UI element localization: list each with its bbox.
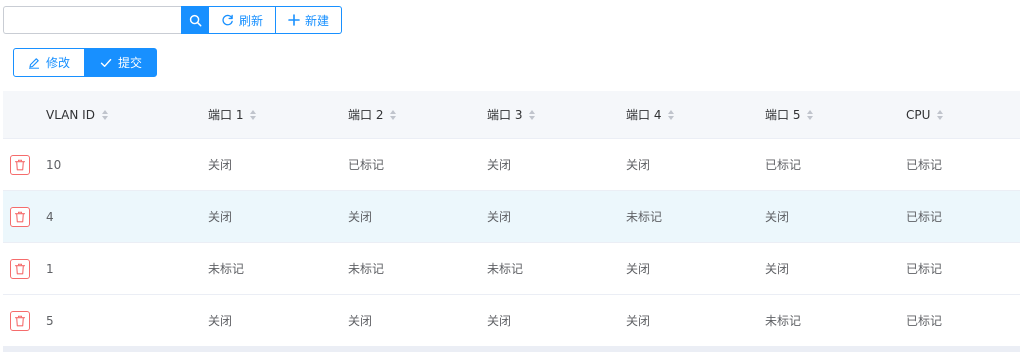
refresh-button[interactable]: 刷新 [209,6,277,34]
cell-port-4: 关闭 [626,262,651,276]
cell-port-1: 关闭 [208,158,233,172]
cell-port-2: 关闭 [348,314,373,328]
edit-label: 修改 [46,56,71,70]
column-label: VLAN ID [46,107,95,122]
cell-vlan-id: 5 [46,313,54,328]
cell-port-1: 关闭 [208,210,233,224]
cell-port-2: 已标记 [348,158,385,172]
cell-cpu: 已标记 [906,210,943,224]
cell-port-3: 关闭 [487,314,512,328]
action-bar: 修改 提交 [13,48,158,77]
table-row[interactable]: 10 关闭 已标记 关闭 关闭 已标记 已标记 [3,139,1020,191]
submit-label: 提交 [118,56,143,70]
sort-icon[interactable] [250,109,257,120]
refresh-icon [222,14,233,25]
trash-icon [14,315,26,327]
cell-cpu: 已标记 [906,262,943,276]
cell-port-5: 未标记 [765,314,802,328]
cell-port-3: 未标记 [487,262,524,276]
column-header-port-4[interactable]: 端口 4 [626,106,675,123]
cell-vlan-id: 1 [46,261,54,276]
trash-icon [14,159,26,171]
edit-button[interactable]: 修改 [13,48,86,77]
table-row[interactable]: 5 关闭 关闭 关闭 关闭 未标记 已标记 [3,295,1020,347]
sort-icon[interactable] [529,109,536,120]
column-label: 端口 4 [626,108,662,122]
sort-icon[interactable] [937,109,944,120]
cell-port-5: 关闭 [765,262,790,276]
column-label: CPU [906,107,931,122]
cell-port-4: 未标记 [626,210,663,224]
column-label: 端口 3 [487,108,523,122]
toolbar: 刷新 新建 [3,6,343,34]
cell-port-3: 关闭 [487,158,512,172]
search-button[interactable] [181,6,209,34]
cell-port-4: 关闭 [626,314,651,328]
horizontal-scrollbar[interactable] [3,347,1020,352]
sort-icon[interactable] [101,109,108,120]
submit-button[interactable]: 提交 [85,48,158,77]
sort-icon[interactable] [668,109,675,120]
cell-port-4: 关闭 [626,158,651,172]
table-row[interactable]: 1 未标记 未标记 未标记 关闭 关闭 已标记 [3,243,1020,295]
cell-port-5: 关闭 [765,210,790,224]
cell-port-3: 关闭 [487,210,512,224]
cell-vlan-id: 10 [46,157,62,172]
search-icon [189,14,201,26]
delete-button[interactable] [10,259,30,279]
pencil-icon [29,57,39,69]
column-header-port-1[interactable]: 端口 1 [208,106,257,123]
new-button[interactable]: 新建 [276,6,343,34]
cell-vlan-id: 4 [46,209,54,224]
refresh-label: 刷新 [239,13,264,28]
delete-button[interactable] [10,207,30,227]
cell-cpu: 已标记 [906,158,943,172]
column-header-port-2[interactable]: 端口 2 [348,106,397,123]
cell-port-2: 关闭 [348,210,373,224]
column-header-port-5[interactable]: 端口 5 [765,106,814,123]
cell-cpu: 已标记 [906,314,943,328]
table-header: VLAN ID 端口 1 端口 2 端口 3 端口 4 端口 5 CPU [3,91,1020,139]
column-label: 端口 5 [765,108,801,122]
column-header-vlan-id[interactable]: VLAN ID [46,108,108,122]
cell-port-1: 未标记 [208,262,245,276]
cell-port-1: 关闭 [208,314,233,328]
cell-port-5: 已标记 [765,158,802,172]
delete-button[interactable] [10,311,30,331]
plus-icon [288,14,300,26]
vlan-table: VLAN ID 端口 1 端口 2 端口 3 端口 4 端口 5 CPU 10 … [3,91,1020,352]
cell-port-2: 未标记 [348,262,385,276]
sort-icon[interactable] [390,109,397,120]
check-icon [100,58,112,67]
search-input[interactable] [3,6,181,34]
delete-button[interactable] [10,155,30,175]
column-label: 端口 2 [348,108,384,122]
new-label: 新建 [305,13,330,28]
trash-icon [14,211,26,223]
column-header-cpu[interactable]: CPU [906,107,944,122]
column-label: 端口 1 [208,108,244,122]
sort-icon[interactable] [807,109,814,120]
column-header-port-3[interactable]: 端口 3 [487,106,536,123]
trash-icon [14,263,26,275]
table-row[interactable]: 4 关闭 关闭 关闭 未标记 关闭 已标记 [3,191,1020,243]
